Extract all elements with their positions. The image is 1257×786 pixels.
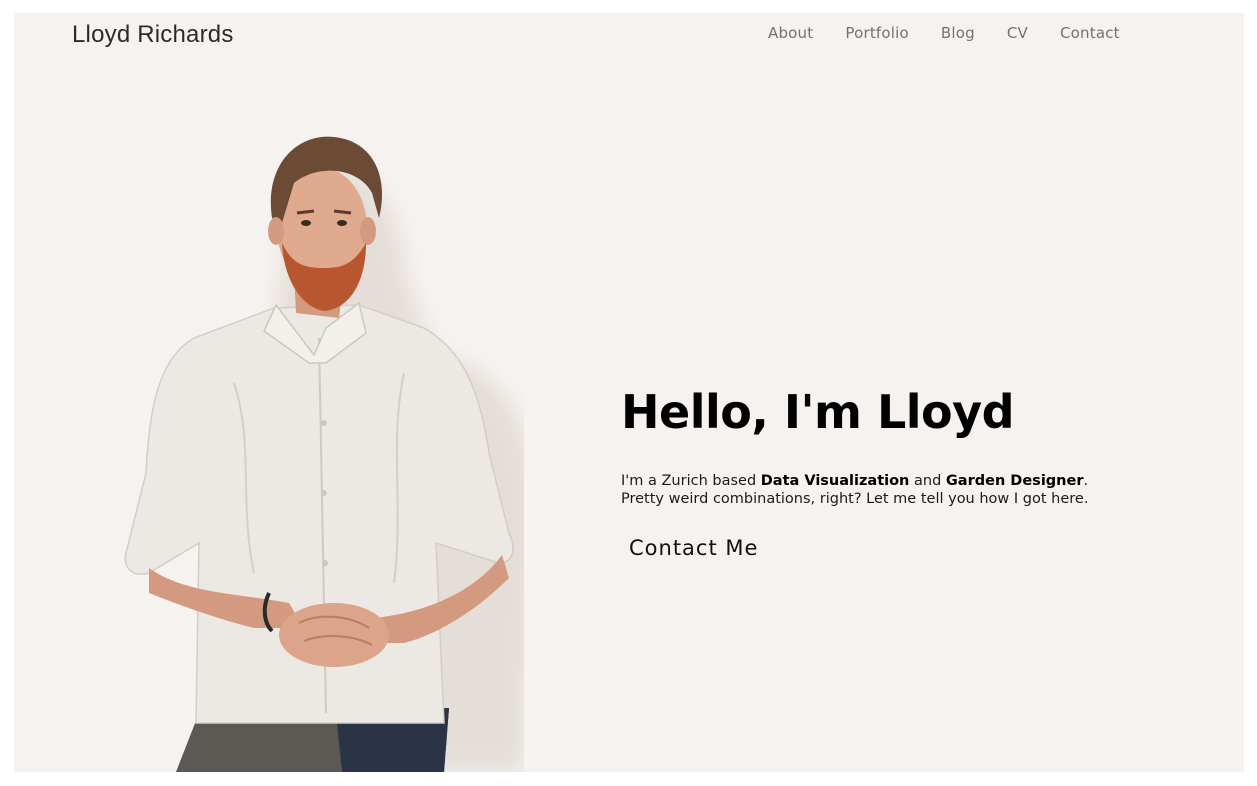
desc-text-1: I'm a Zurich based (621, 473, 761, 489)
nav-cv[interactable]: CV (1007, 24, 1028, 42)
desc-emphasis-data-visualization: Data Visualization (760, 473, 910, 489)
nav-about[interactable]: About (768, 24, 813, 42)
nav-contact[interactable]: Contact (1060, 24, 1120, 42)
nav-portfolio[interactable]: Portfolio (845, 24, 909, 42)
site-brand[interactable]: Lloyd Richards (72, 21, 234, 49)
desc-text-2: and (909, 473, 946, 489)
contact-me-button[interactable]: Contact Me (629, 536, 758, 560)
portrait-photo (124, 136, 524, 772)
page: Lloyd Richards About Portfolio Blog CV C… (14, 13, 1244, 772)
main-nav: About Portfolio Blog CV Contact (768, 24, 1120, 42)
desc-text-line2: Pretty weird combinations, right? Let me… (621, 491, 1089, 507)
nav-blog[interactable]: Blog (941, 24, 975, 42)
hero-description: I'm a Zurich based Data Visualization an… (621, 472, 1181, 508)
desc-text-3: . (1083, 473, 1089, 489)
desc-emphasis-garden-designer: Garden Designer (945, 473, 1084, 489)
hero-heading: Hello, I'm Lloyd (621, 385, 1015, 439)
